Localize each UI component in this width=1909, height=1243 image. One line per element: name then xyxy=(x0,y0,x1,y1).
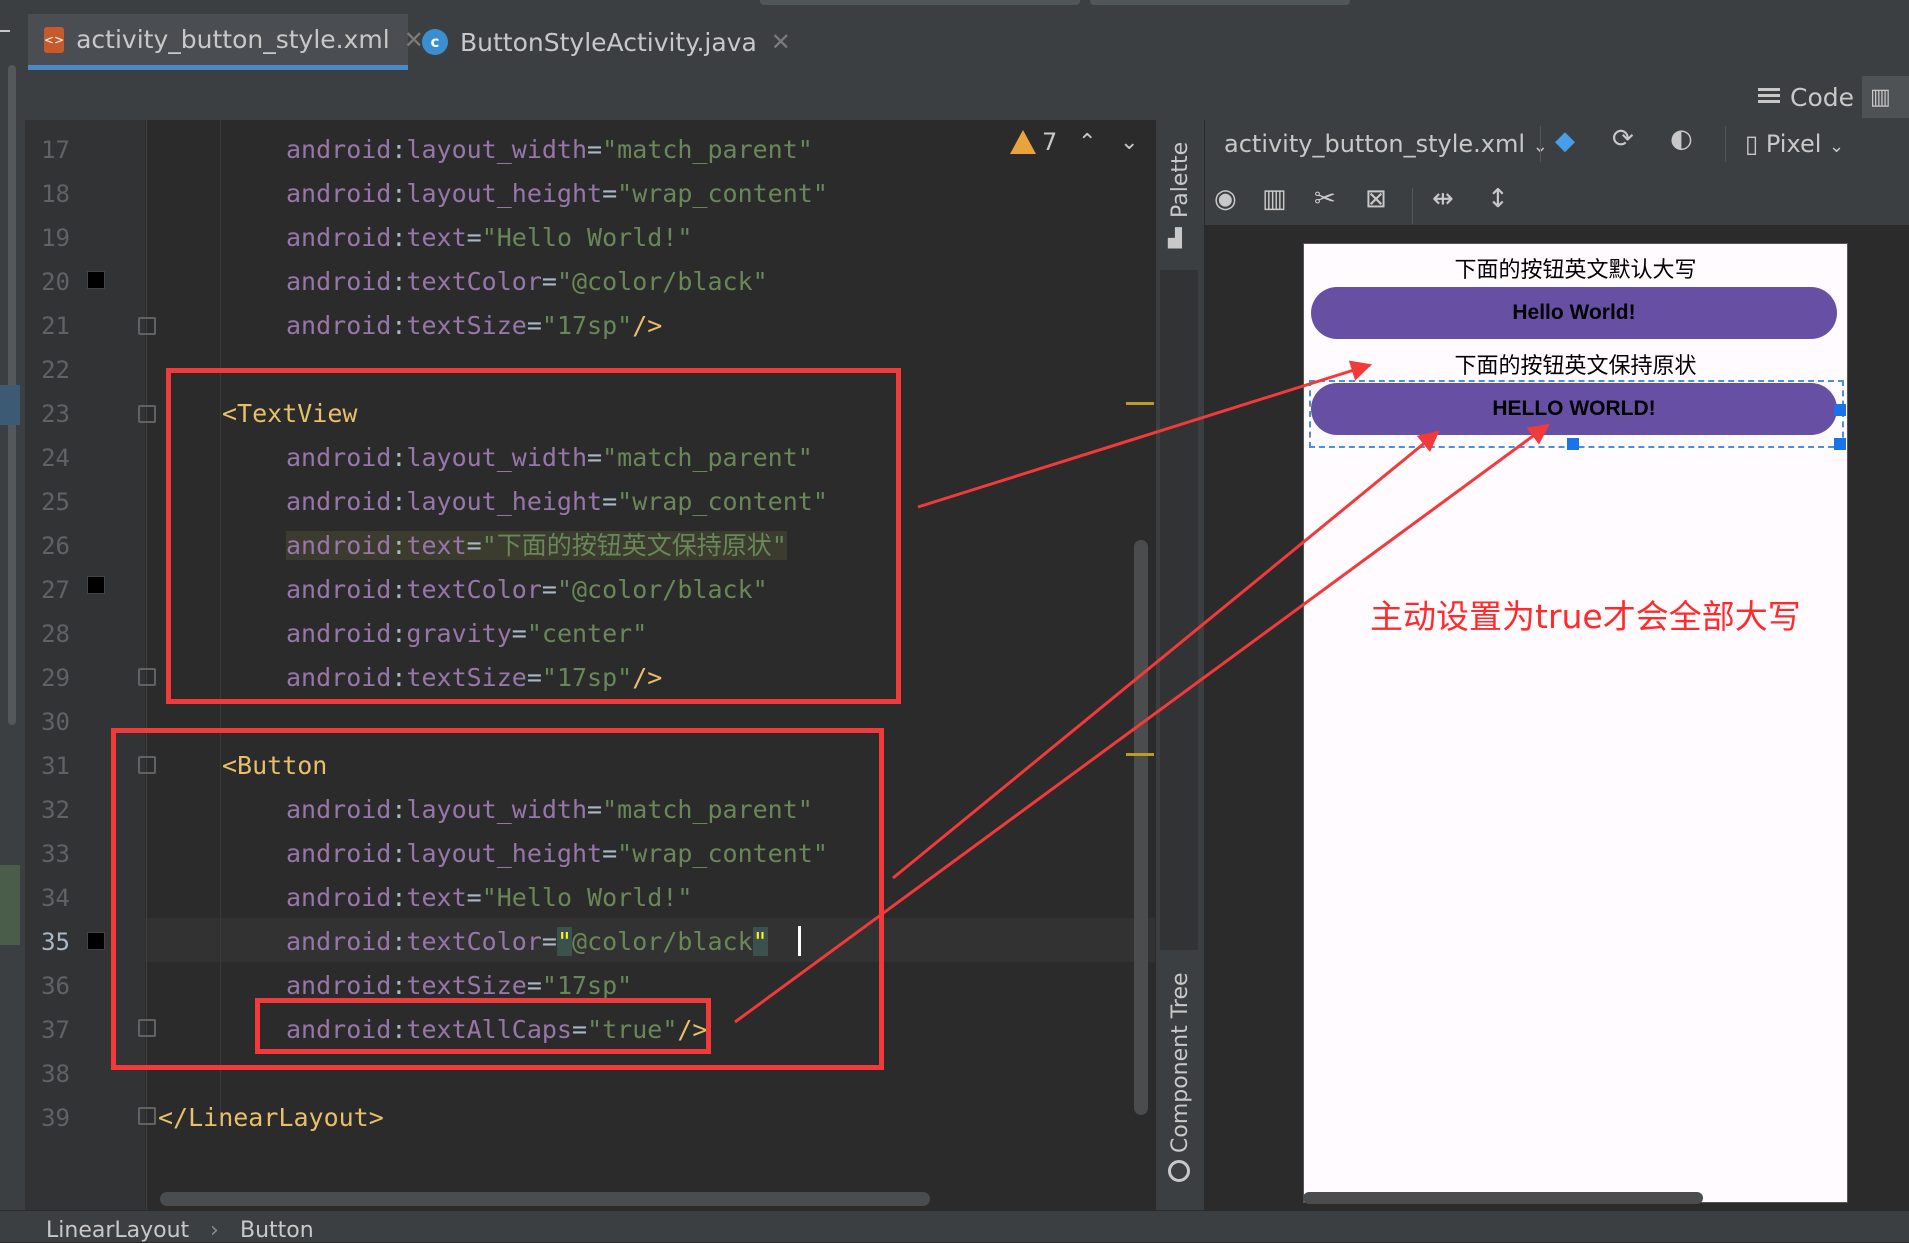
arrow-to-text2 xyxy=(917,360,1373,509)
annotation-arrows xyxy=(734,360,1550,1024)
breadcrumb-separator: › xyxy=(210,1218,219,1243)
arrow-to-button2-caps xyxy=(734,423,1550,1024)
arrow-to-button2 xyxy=(892,430,1440,880)
breadcrumb-button[interactable]: Button xyxy=(240,1218,314,1243)
breadcrumb-linearlayout[interactable]: LinearLayout xyxy=(46,1218,189,1243)
